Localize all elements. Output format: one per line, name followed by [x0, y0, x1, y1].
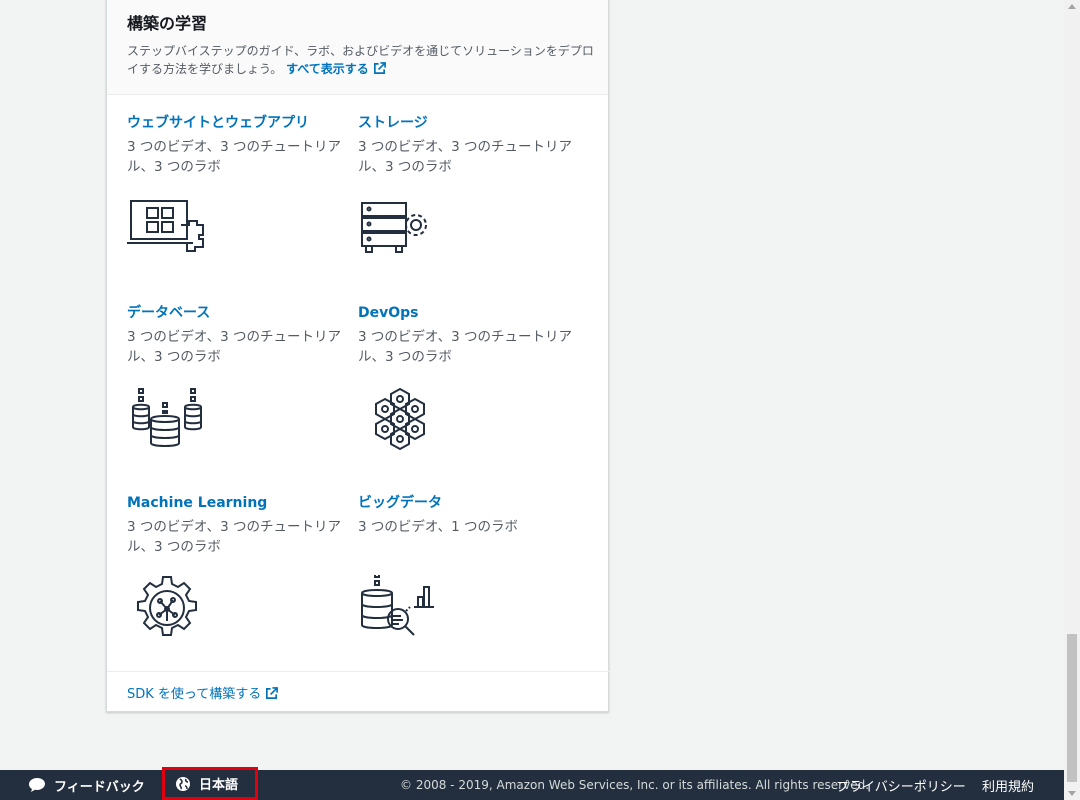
tile-desc: 3 つのビデオ、1 つのラボ [358, 519, 518, 535]
globe-icon [176, 776, 190, 791]
sdk-link-label: SDK を使って構築する [127, 687, 262, 702]
tile-database[interactable]: データベース 3 つのビデオ、3 つのチュートリアル、3 つのラボ [127, 303, 357, 367]
terms-of-use-link[interactable]: 利用規約 [982, 770, 1034, 800]
devops-icon [375, 387, 425, 451]
card-header: 構築の学習 ステップバイステップのガイド、ラボ、およびビデオを通じてソリューショ… [107, 0, 608, 95]
scroll-up-arrow-icon[interactable] [1068, 4, 1076, 9]
speech-bubble-icon [29, 778, 45, 792]
feedback-label: フィードバック [54, 779, 145, 795]
build-learning-card: 構築の学習 ステップバイステップのガイド、ラボ、およびビデオを通じてソリューショ… [106, 0, 610, 712]
tile-title[interactable]: ウェブサイトとウェブアプリ [127, 113, 357, 133]
tile-title[interactable]: ストレージ [358, 113, 588, 133]
page-scrollbar[interactable] [1064, 0, 1080, 800]
sdk-build-link[interactable]: SDK を使って構築する [127, 687, 279, 702]
tile-title[interactable]: データベース [127, 303, 357, 323]
tile-title[interactable]: Machine Learning [127, 493, 357, 513]
external-link-icon [266, 687, 279, 699]
scroll-thumb[interactable] [1067, 634, 1077, 782]
privacy-policy-link[interactable]: プライバシーポリシー [836, 770, 966, 800]
tile-machine-learning[interactable]: Machine Learning 3 つのビデオ、3 つのチュートリアル、3 つ… [127, 493, 357, 557]
tile-devops[interactable]: DevOps 3 つのビデオ、3 つのチュートリアル、3 つのラボ [358, 303, 588, 367]
language-selector[interactable]: 日本語 [162, 767, 258, 800]
tile-big-data[interactable]: ビッグデータ 3 つのビデオ、1 つのラボ [358, 493, 588, 537]
scroll-down-arrow-icon[interactable] [1068, 791, 1076, 796]
view-all-label: すべて表示する [286, 62, 369, 76]
tile-desc: 3 つのビデオ、3 つのチュートリアル、3 つのラボ [358, 139, 572, 175]
tile-desc: 3 つのビデオ、3 つのチュートリアル、3 つのラボ [127, 519, 341, 555]
view-all-link[interactable]: すべて表示する [286, 62, 386, 76]
tile-desc: 3 つのビデオ、3 つのチュートリアル、3 つのラボ [358, 329, 572, 365]
card-footer: SDK を使って構築する [107, 671, 610, 711]
database-icon [132, 388, 202, 447]
external-link-icon [373, 62, 386, 74]
tile-desc: 3 つのビデオ、3 つのチュートリアル、3 つのラボ [127, 329, 341, 365]
console-footer: フィードバック 日本語 © 2008 - 2019, Amazon Web Se… [0, 767, 1064, 800]
card-description: ステップバイステップのガイド、ラボ、およびビデオを通じてソリューションをデプロイ… [127, 42, 597, 78]
big-data-icon [361, 575, 434, 636]
machine-learning-icon [137, 576, 197, 636]
feedback-button[interactable]: フィードバック [28, 770, 145, 800]
tile-storage[interactable]: ストレージ 3 つのビデオ、3 つのチュートリアル、3 つのラボ [358, 113, 588, 177]
card-title: 構築の学習 [127, 14, 208, 33]
copyright-text: © 2008 - 2019, Amazon Web Services, Inc.… [400, 778, 870, 792]
language-label: 日本語 [199, 778, 239, 793]
storage-icon [361, 202, 427, 253]
tile-title[interactable]: ビッグデータ [358, 493, 588, 513]
webapp-icon [127, 200, 204, 252]
tile-desc: 3 つのビデオ、3 つのチュートリアル、3 つのラボ [127, 139, 341, 175]
tile-title[interactable]: DevOps [358, 303, 588, 323]
tile-websites[interactable]: ウェブサイトとウェブアプリ 3 つのビデオ、3 つのチュートリアル、3 つのラボ [127, 113, 357, 177]
